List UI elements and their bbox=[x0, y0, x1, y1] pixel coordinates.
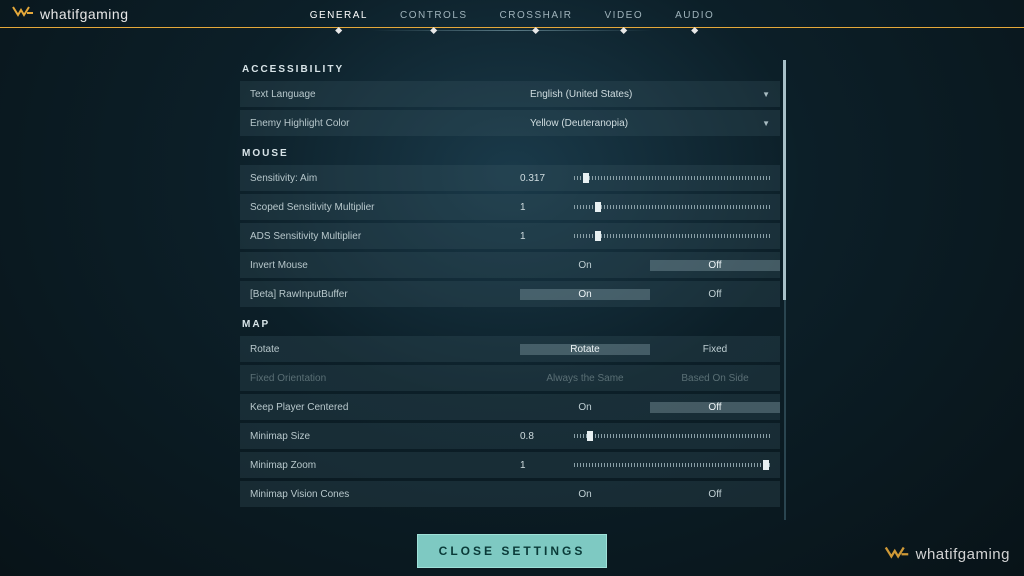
watermark-bottom: whatifgaming bbox=[884, 543, 1010, 566]
brand-name: whatifgaming bbox=[40, 6, 129, 22]
toggle-invert-off[interactable]: Off bbox=[650, 260, 780, 271]
toggle-centered-off[interactable]: Off bbox=[650, 402, 780, 413]
label-ads-multiplier: ADS Sensitivity Multiplier bbox=[240, 231, 520, 242]
row-minimap-zoom: Minimap Zoom 1 bbox=[240, 452, 780, 478]
toggle-centered-on[interactable]: On bbox=[520, 402, 650, 413]
toggle-rotate[interactable]: Rotate bbox=[520, 344, 650, 355]
dropdown-text-language[interactable]: English (United States) ▼ bbox=[520, 81, 780, 107]
tab-dot-icon bbox=[691, 27, 698, 34]
slider-knob[interactable] bbox=[763, 460, 769, 470]
tab-dot-icon bbox=[335, 27, 342, 34]
label-fixed-orientation: Fixed Orientation bbox=[240, 373, 520, 384]
chevron-down-icon: ▼ bbox=[762, 119, 770, 128]
settings-tabs: GENERAL CONTROLS CROSSHAIR VIDEO AUDIO bbox=[310, 10, 715, 31]
label-minimap-size: Minimap Size bbox=[240, 431, 520, 442]
slider-knob[interactable] bbox=[583, 173, 589, 183]
brand-icon bbox=[884, 543, 910, 566]
tab-general[interactable]: GENERAL bbox=[310, 10, 368, 31]
section-accessibility: ACCESSIBILITY bbox=[242, 64, 780, 75]
section-map: MAP bbox=[242, 319, 780, 330]
slider-knob[interactable] bbox=[595, 231, 601, 241]
row-keep-centered: Keep Player Centered On Off bbox=[240, 394, 780, 420]
dropdown-value: Yellow (Deuteranopia) bbox=[530, 118, 628, 129]
toggle-cones-on[interactable]: On bbox=[520, 489, 650, 500]
slider-minimap-zoom[interactable] bbox=[574, 463, 770, 467]
toggle-always-same: Always the Same bbox=[520, 373, 650, 384]
row-enemy-highlight: Enemy Highlight Color Yellow (Deuteranop… bbox=[240, 110, 780, 136]
row-raw-input: [Beta] RawInputBuffer On Off bbox=[240, 281, 780, 307]
value-scoped-multiplier: 1 bbox=[520, 202, 560, 213]
chevron-down-icon: ▼ bbox=[762, 90, 770, 99]
scrollbar-thumb[interactable] bbox=[783, 60, 786, 300]
brand-icon bbox=[12, 3, 34, 24]
label-enemy-highlight: Enemy Highlight Color bbox=[240, 118, 520, 129]
value-sensitivity-aim: 0.317 bbox=[520, 173, 560, 184]
dropdown-enemy-highlight[interactable]: Yellow (Deuteranopia) ▼ bbox=[520, 110, 780, 136]
brand-logo: whatifgaming bbox=[12, 3, 129, 24]
value-minimap-zoom: 1 bbox=[520, 460, 560, 471]
toggle-cones-off[interactable]: Off bbox=[650, 489, 780, 500]
brand-name: whatifgaming bbox=[916, 546, 1010, 563]
label-scoped-multiplier: Scoped Sensitivity Multiplier bbox=[240, 202, 520, 213]
slider-knob[interactable] bbox=[595, 202, 601, 212]
label-vision-cones: Minimap Vision Cones bbox=[240, 489, 520, 500]
row-scoped-multiplier: Scoped Sensitivity Multiplier 1 bbox=[240, 194, 780, 220]
slider-ads-multiplier[interactable] bbox=[574, 234, 770, 238]
toggle-fixed[interactable]: Fixed bbox=[650, 344, 780, 355]
slider-scoped-multiplier[interactable] bbox=[574, 205, 770, 209]
toggle-raw-on[interactable]: On bbox=[520, 289, 650, 300]
tab-audio[interactable]: AUDIO bbox=[675, 10, 714, 31]
row-invert-mouse: Invert Mouse On Off bbox=[240, 252, 780, 278]
value-ads-multiplier: 1 bbox=[520, 231, 560, 242]
row-sensitivity-aim: Sensitivity: Aim 0.317 bbox=[240, 165, 780, 191]
section-mouse: MOUSE bbox=[242, 148, 780, 159]
tab-crosshair[interactable]: CROSSHAIR bbox=[500, 10, 573, 31]
dropdown-value: English (United States) bbox=[530, 89, 632, 100]
settings-panel: ACCESSIBILITY Text Language English (Uni… bbox=[240, 58, 780, 528]
tab-dot-icon bbox=[620, 27, 627, 34]
tab-dot-icon bbox=[430, 27, 437, 34]
label-keep-centered: Keep Player Centered bbox=[240, 402, 520, 413]
row-ads-multiplier: ADS Sensitivity Multiplier 1 bbox=[240, 223, 780, 249]
row-rotate: Rotate Rotate Fixed bbox=[240, 336, 780, 362]
label-rotate: Rotate bbox=[240, 344, 520, 355]
row-text-language: Text Language English (United States) ▼ bbox=[240, 81, 780, 107]
label-minimap-zoom: Minimap Zoom bbox=[240, 460, 520, 471]
close-settings-button[interactable]: CLOSE SETTINGS bbox=[417, 534, 607, 568]
row-minimap-size: Minimap Size 0.8 bbox=[240, 423, 780, 449]
slider-sensitivity-aim[interactable] bbox=[574, 176, 770, 180]
value-minimap-size: 0.8 bbox=[520, 431, 560, 442]
toggle-based-on-side: Based On Side bbox=[650, 373, 780, 384]
label-text-language: Text Language bbox=[240, 89, 520, 100]
row-vision-cones: Minimap Vision Cones On Off bbox=[240, 481, 780, 507]
slider-knob[interactable] bbox=[587, 431, 593, 441]
toggle-invert-on[interactable]: On bbox=[520, 260, 650, 271]
label-sensitivity-aim: Sensitivity: Aim bbox=[240, 173, 520, 184]
tab-video[interactable]: VIDEO bbox=[605, 10, 644, 31]
slider-minimap-size[interactable] bbox=[574, 434, 770, 438]
label-invert-mouse: Invert Mouse bbox=[240, 260, 520, 271]
row-fixed-orientation: Fixed Orientation Always the Same Based … bbox=[240, 365, 780, 391]
tab-controls[interactable]: CONTROLS bbox=[400, 10, 468, 31]
toggle-raw-off[interactable]: Off bbox=[650, 289, 780, 300]
tab-dot-icon bbox=[532, 27, 539, 34]
label-raw-input: [Beta] RawInputBuffer bbox=[240, 289, 520, 300]
